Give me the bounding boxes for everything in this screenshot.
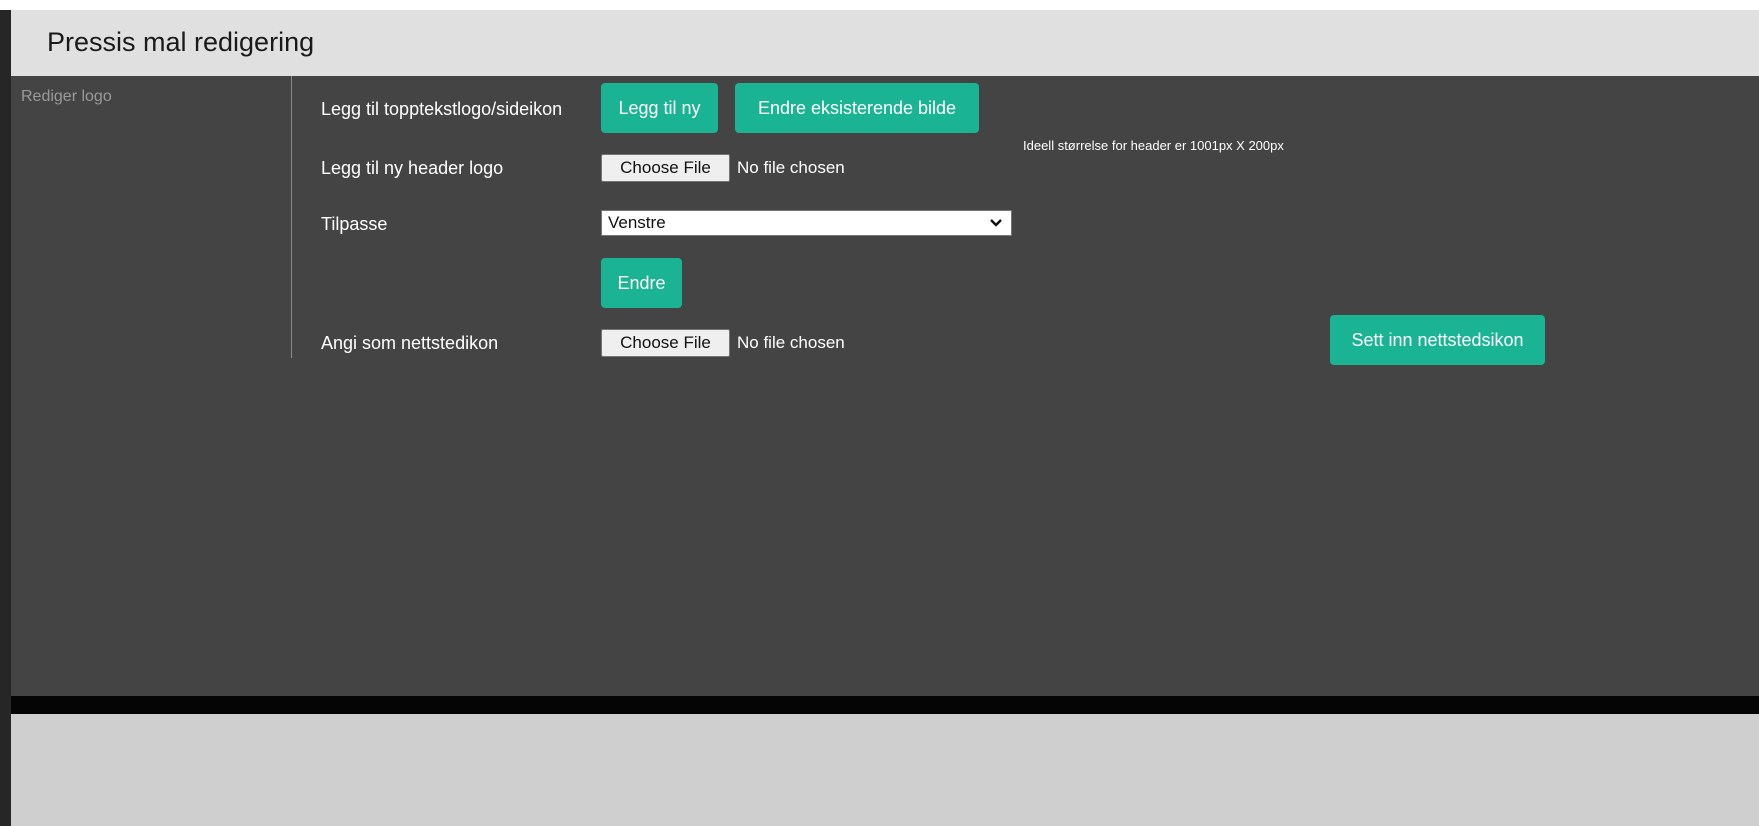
- add-header-logo-favicon-label: Legg til topptekstlogo/sideikon: [321, 99, 563, 119]
- alignment-select-value: Venstre: [608, 213, 666, 232]
- sidebar-item-edit-logo[interactable]: Rediger logo: [21, 88, 112, 106]
- alignment-label: Tilpasse: [321, 214, 388, 234]
- favicon-choose-file-button[interactable]: Choose File: [601, 329, 730, 357]
- header-logo-choose-file-button[interactable]: Choose File: [601, 154, 730, 182]
- chevron-down-icon: [990, 219, 1002, 227]
- insert-favicon-button[interactable]: Sett inn nettstedsikon: [1330, 315, 1545, 365]
- change-existing-image-button[interactable]: Endre eksisterende bilde: [735, 83, 979, 133]
- set-favicon-label: Angi som nettstedikon: [321, 333, 499, 353]
- header-size-hint: Ideell størrelse for header er 1001px X …: [1023, 138, 1284, 153]
- change-button[interactable]: Endre: [601, 258, 682, 308]
- app-window: Pressis mal redigering Rediger logo Legg…: [0, 10, 1759, 826]
- header-logo-file-status: No file chosen: [737, 158, 845, 177]
- footer-divider: [11, 696, 1759, 714]
- add-new-header-logo-label: Legg til ny header logo: [321, 158, 504, 178]
- sidebar: Rediger logo: [11, 76, 292, 358]
- favicon-file-status: No file chosen: [737, 333, 845, 352]
- alignment-select[interactable]: Venstre: [601, 210, 1012, 236]
- footer: [11, 714, 1759, 826]
- add-new-button[interactable]: Legg til ny: [601, 83, 718, 133]
- page-header: Pressis mal redigering: [11, 10, 1759, 76]
- page-title: Pressis mal redigering: [47, 27, 315, 57]
